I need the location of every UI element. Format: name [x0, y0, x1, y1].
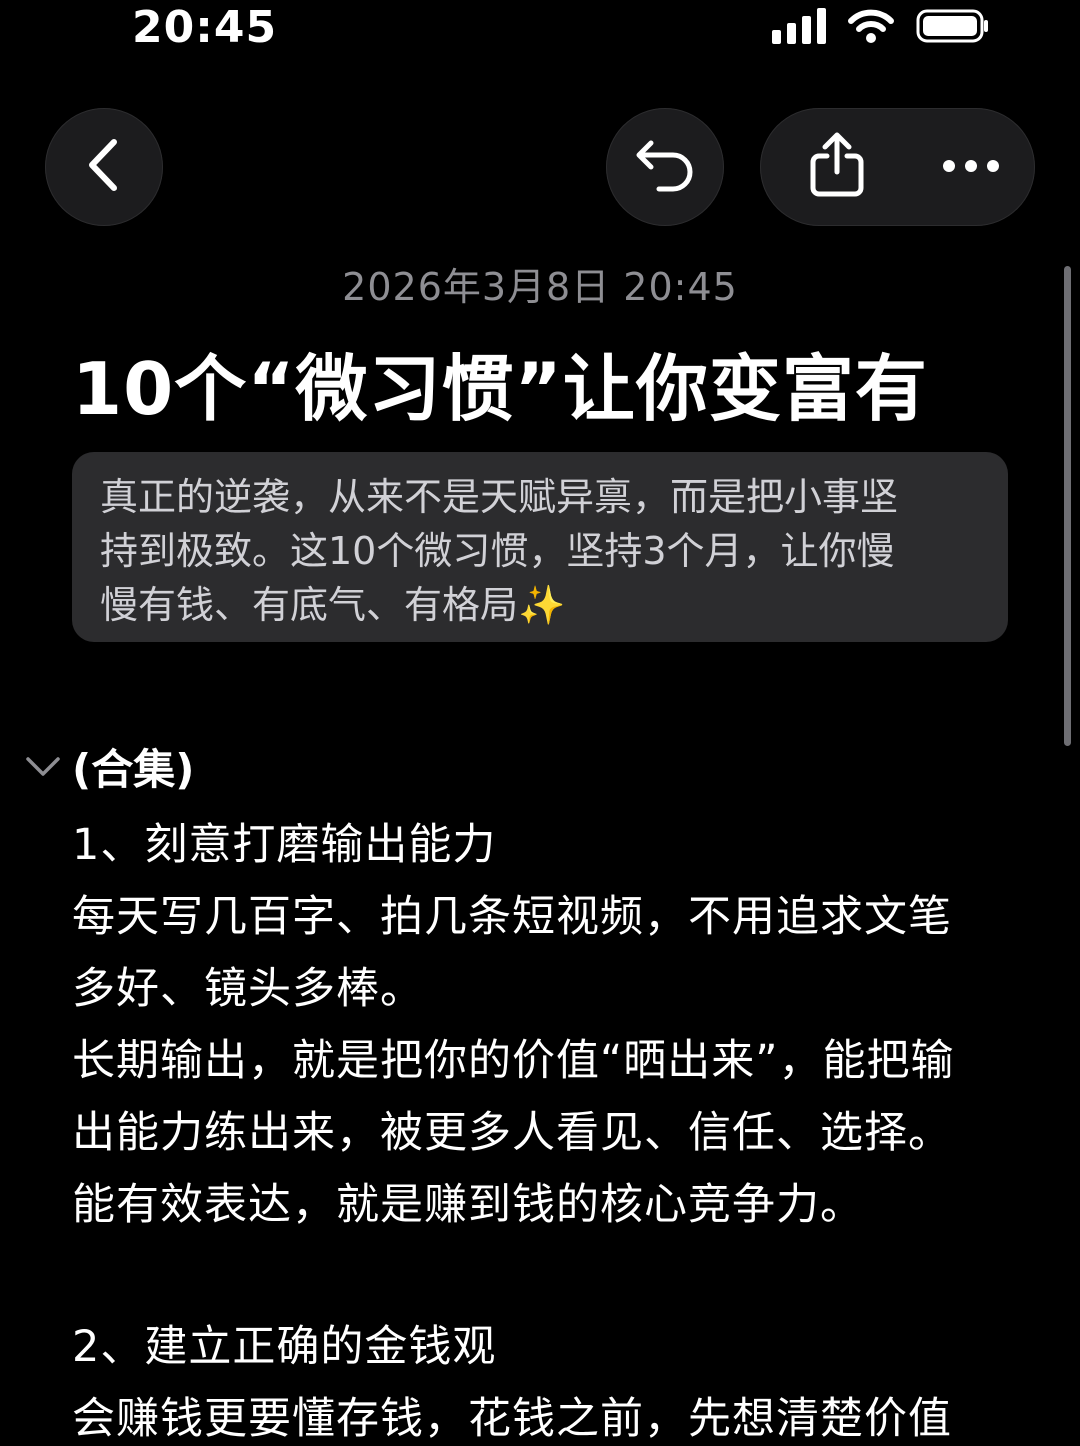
body-line[interactable]: 能有效表达，就是赚到钱的核心竞争力。: [72, 1170, 864, 1232]
status-icons: [772, 8, 990, 48]
intro-line: 慢有钱、有底气、有格局✨: [100, 583, 566, 627]
body-line[interactable]: 1、刻意打磨输出能力: [72, 810, 496, 872]
undo-button[interactable]: [606, 108, 724, 226]
status-time: 20:45: [132, 2, 278, 53]
section-heading[interactable]: (合集): [72, 736, 194, 797]
chevron-down-icon: [25, 756, 61, 782]
share-button[interactable]: [778, 108, 896, 226]
collapse-toggle[interactable]: [22, 748, 64, 790]
body-line[interactable]: 每天写几百字、拍几条短视频，不用追求文笔: [72, 882, 952, 944]
body-line[interactable]: 长期输出，就是把你的价值“晒出来”，能把输: [72, 1026, 955, 1088]
intro-line: 真正的逆袭，从来不是天赋异禀，而是把小事坚: [100, 475, 899, 519]
ellipsis-icon: [942, 158, 1000, 177]
signal-icon: [772, 8, 826, 48]
back-button[interactable]: [45, 108, 163, 226]
body-line[interactable]: 2、建立正确的金钱观: [72, 1312, 496, 1374]
actions-pill: [760, 108, 1035, 226]
body-line[interactable]: 出能力练出来，被更多人看见、信任、选择。: [72, 1098, 952, 1160]
chevron-left-icon: [84, 138, 124, 196]
status-bar: 20:45: [0, 0, 1080, 60]
scrollbar[interactable]: [1064, 266, 1071, 746]
intro-block[interactable]: 真正的逆袭，从来不是天赋异禀，而是把小事坚 持到极致。这10个微习惯，坚持3个月…: [72, 452, 1008, 642]
note-date: 2026年3月8日 20:45: [342, 265, 738, 309]
body-line[interactable]: 多好、镜头多棒。: [72, 954, 424, 1016]
undo-icon: [635, 137, 695, 197]
share-icon: [809, 132, 865, 202]
intro-line: 持到极致。这10个微习惯，坚持3个月，让你慢: [100, 529, 895, 573]
battery-icon: [916, 9, 990, 47]
body-line[interactable]: 会赚钱更要懂存钱，花钱之前，先想清楚价值: [72, 1384, 952, 1446]
wifi-icon: [848, 9, 894, 47]
note-title[interactable]: 10个“微习惯”让你变富有: [72, 330, 928, 435]
more-button[interactable]: [912, 108, 1030, 226]
